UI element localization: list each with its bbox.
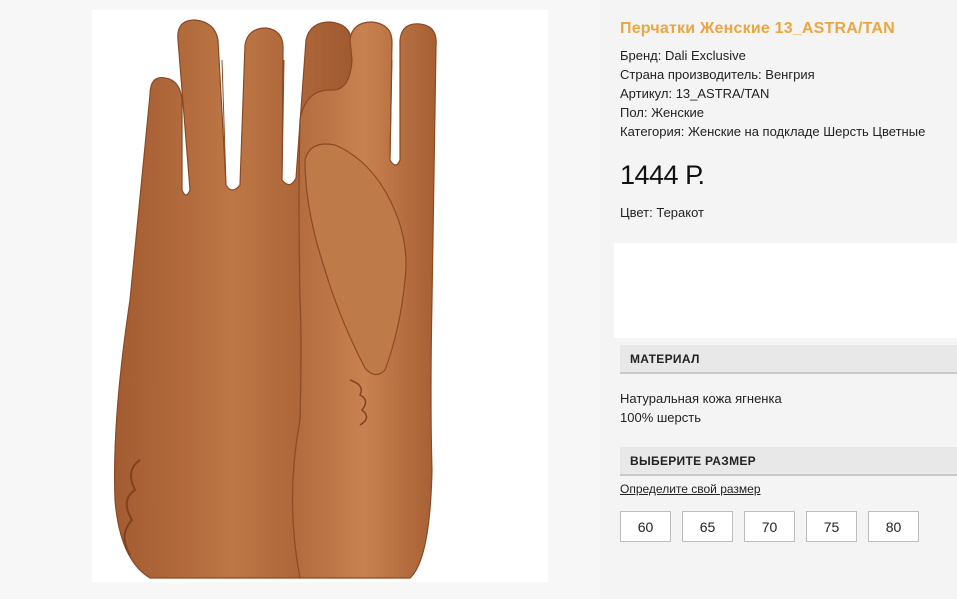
material-line-1: Натуральная кожа ягненка xyxy=(620,391,782,406)
product-image-panel xyxy=(0,0,600,599)
product-specs: Бренд: Dali Exclusive Страна производите… xyxy=(620,46,925,141)
blank-content-area xyxy=(614,243,957,338)
material-header-label: МАТЕРИАЛ xyxy=(630,352,700,366)
size-option-60[interactable]: 60 xyxy=(620,511,671,542)
size-option-70[interactable]: 70 xyxy=(744,511,795,542)
spec-country: Страна производитель: Венгрия xyxy=(620,67,815,82)
product-price: 1444 Р. xyxy=(620,160,705,190)
material-section-header: МАТЕРИАЛ xyxy=(620,345,957,374)
size-option-80[interactable]: 80 xyxy=(868,511,919,542)
gloves-image[interactable] xyxy=(0,0,600,599)
size-options: 60 65 70 75 80 xyxy=(620,511,919,542)
material-description: Натуральная кожа ягненка 100% шерсть xyxy=(620,389,782,427)
material-line-2: 100% шерсть xyxy=(620,410,701,425)
size-option-65[interactable]: 65 xyxy=(682,511,733,542)
size-section-header: ВЫБЕРИТЕ РАЗМЕР xyxy=(620,447,957,476)
size-guide-link[interactable]: Определите свой размер xyxy=(620,482,761,496)
spec-category: Категория: Женские на подкладе Шерсть Цв… xyxy=(620,124,926,139)
size-header-label: ВЫБЕРИТЕ РАЗМЕР xyxy=(630,454,756,468)
spec-gender: Пол: Женские xyxy=(620,105,705,120)
size-option-75[interactable]: 75 xyxy=(806,511,857,542)
spec-brand: Бренд: Dali Exclusive xyxy=(620,48,746,63)
product-info-panel: Перчатки Женские 13_ASTRA/TAN Бренд: Dal… xyxy=(600,0,957,599)
spec-article: Артикул: 13_ASTRA/TAN xyxy=(620,86,770,101)
product-color: Цвет: Теракот xyxy=(620,205,704,220)
product-title: Перчатки Женские 13_ASTRA/TAN xyxy=(620,20,895,37)
